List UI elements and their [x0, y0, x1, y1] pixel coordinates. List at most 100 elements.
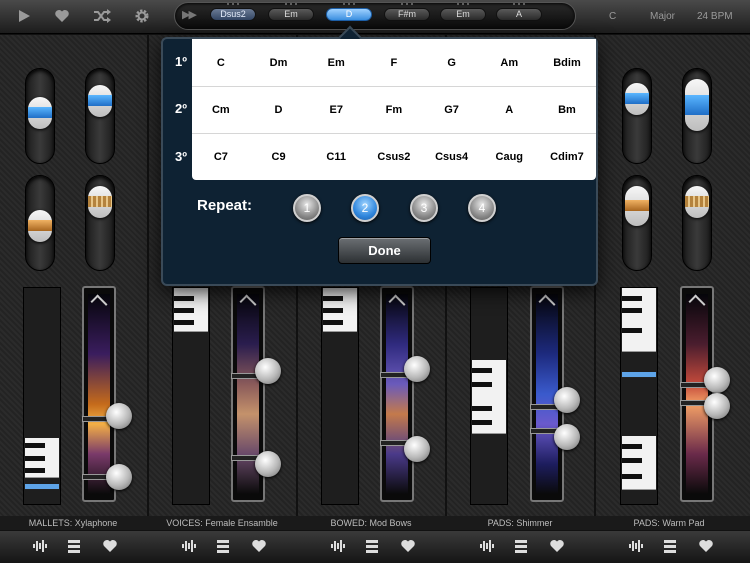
chord-cell[interactable]: Cdim7: [538, 151, 596, 163]
slider-ball[interactable]: [554, 387, 580, 413]
chord-cell[interactable]: Am: [480, 57, 538, 69]
waveform-icon[interactable]: [479, 538, 495, 554]
chord-cell[interactable]: Cm: [192, 104, 250, 116]
chord-cell[interactable]: G: [423, 57, 481, 69]
tone-slider[interactable]: [85, 68, 115, 164]
keyboard[interactable]: [620, 287, 658, 505]
spectrum-slider[interactable]: [380, 286, 414, 502]
slider-ball[interactable]: [255, 451, 281, 477]
chord-chip[interactable]: Em: [440, 8, 486, 21]
chord-cell[interactable]: F: [365, 57, 423, 69]
scale-label[interactable]: Major: [650, 11, 675, 22]
menu-icon[interactable]: [662, 538, 678, 554]
tone-slider[interactable]: [25, 68, 55, 164]
done-button[interactable]: Done: [338, 237, 431, 264]
repeat-option-2[interactable]: 2: [351, 194, 379, 222]
chord-chip[interactable]: Em: [268, 8, 314, 21]
slider-ball[interactable]: [404, 356, 430, 382]
slider-knob[interactable]: [28, 97, 52, 129]
chord-cell[interactable]: C9: [250, 151, 308, 163]
slider-knob[interactable]: [685, 79, 709, 131]
spectrum-slider[interactable]: [680, 286, 714, 502]
menu-icon[interactable]: [364, 538, 380, 554]
waveform-icon[interactable]: [330, 538, 346, 554]
chord-cell[interactable]: D: [250, 104, 308, 116]
gear-icon[interactable]: [130, 6, 154, 26]
chord-dots: [210, 3, 256, 5]
keyboard[interactable]: [23, 287, 61, 505]
degree-label-1: 1º: [175, 54, 187, 69]
chord-cell[interactable]: Csus2: [365, 151, 423, 163]
channel-label[interactable]: VOICES: Female Ensamble: [149, 518, 295, 528]
channel-label[interactable]: BOWED: Mod Bows: [298, 518, 444, 528]
chord-dots: [440, 3, 486, 5]
slider-knob[interactable]: [88, 186, 112, 218]
heart-icon[interactable]: [549, 538, 565, 554]
channel-label[interactable]: PADS: Warm Pad: [596, 518, 742, 528]
slider-knob[interactable]: [685, 186, 709, 218]
slider-ball[interactable]: [106, 464, 132, 490]
keyboard[interactable]: [470, 287, 508, 505]
tone-slider[interactable]: [622, 175, 652, 271]
chord-cell[interactable]: C: [192, 57, 250, 69]
channel-label[interactable]: PADS: Shimmer: [447, 518, 593, 528]
tempo-label[interactable]: 24 BPM: [697, 11, 733, 22]
channel-label[interactable]: MALLETS: Xylaphone: [0, 518, 146, 528]
menu-icon[interactable]: [66, 538, 82, 554]
menu-icon[interactable]: [513, 538, 529, 554]
slider-knob[interactable]: [625, 186, 649, 226]
keyboard[interactable]: [172, 287, 210, 505]
chord-cell[interactable]: C11: [307, 151, 365, 163]
shuffle-icon[interactable]: [90, 6, 114, 26]
heart-icon[interactable]: [698, 538, 714, 554]
chord-chip[interactable]: F#m: [384, 8, 430, 21]
key-label[interactable]: C: [609, 11, 616, 22]
slider-ball[interactable]: [106, 403, 132, 429]
slider-ball[interactable]: [704, 393, 730, 419]
chord-cell[interactable]: E7: [307, 104, 365, 116]
slider-ball[interactable]: [255, 358, 281, 384]
chord-cell[interactable]: Em: [307, 57, 365, 69]
chord-chip-active[interactable]: D: [326, 8, 372, 21]
tone-slider[interactable]: [622, 68, 652, 164]
chord-cell[interactable]: Dm: [250, 57, 308, 69]
fast-forward-icon[interactable]: ▶▶: [182, 8, 197, 21]
tone-slider[interactable]: [85, 175, 115, 271]
chord-row-2: Cm D E7 Fm G7 A Bm: [192, 86, 596, 133]
slider-knob[interactable]: [28, 210, 52, 242]
chord-cell[interactable]: Bdim: [538, 57, 596, 69]
heart-icon[interactable]: [251, 538, 267, 554]
waveform-icon[interactable]: [32, 538, 48, 554]
chord-chip[interactable]: A: [496, 8, 542, 21]
slider-ball[interactable]: [404, 436, 430, 462]
heart-icon[interactable]: [50, 6, 74, 26]
chord-cell[interactable]: Caug: [480, 151, 538, 163]
chord-dots: [326, 3, 372, 5]
tone-slider[interactable]: [25, 175, 55, 271]
chord-cell[interactable]: Fm: [365, 104, 423, 116]
heart-icon[interactable]: [400, 538, 416, 554]
chord-cell[interactable]: G7: [423, 104, 481, 116]
chord-cell[interactable]: Bm: [538, 104, 596, 116]
chord-cell[interactable]: Csus4: [423, 151, 481, 163]
waveform-icon[interactable]: [181, 538, 197, 554]
keyboard[interactable]: [321, 287, 359, 505]
slider-knob[interactable]: [88, 85, 112, 117]
waveform-icon[interactable]: [628, 538, 644, 554]
chord-cell[interactable]: C7: [192, 151, 250, 163]
chord-chip[interactable]: Dsus2: [210, 8, 256, 21]
heart-icon[interactable]: [102, 538, 118, 554]
play-icon[interactable]: [12, 6, 36, 26]
slider-ball[interactable]: [704, 367, 730, 393]
repeat-option-3[interactable]: 3: [410, 194, 438, 222]
menu-icon[interactable]: [215, 538, 231, 554]
chord-cell[interactable]: A: [480, 104, 538, 116]
tone-slider[interactable]: [682, 175, 712, 271]
slider-ball[interactable]: [554, 424, 580, 450]
degree-label-2: 2º: [175, 101, 187, 116]
tone-slider[interactable]: [682, 68, 712, 164]
slider-knob[interactable]: [625, 83, 649, 115]
repeat-option-4[interactable]: 4: [468, 194, 496, 222]
repeat-label: Repeat:: [197, 197, 253, 214]
repeat-option-1[interactable]: 1: [293, 194, 321, 222]
